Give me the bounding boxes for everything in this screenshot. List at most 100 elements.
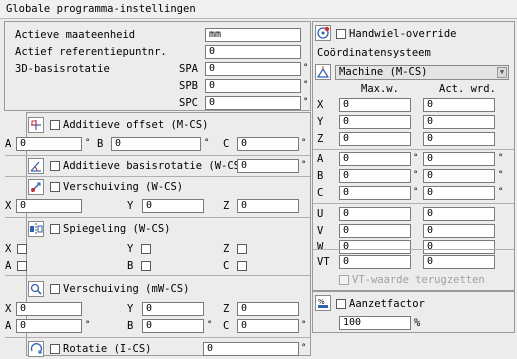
basic-rotation-checkbox[interactable] bbox=[50, 161, 60, 171]
additive-offset-a-field[interactable]: 0 bbox=[16, 137, 82, 151]
rotation-ics-checkbox[interactable] bbox=[50, 344, 60, 354]
additive-offset-checkbox[interactable] bbox=[50, 120, 60, 130]
divider bbox=[313, 203, 514, 204]
machine-cs-icon bbox=[315, 64, 331, 80]
divider bbox=[313, 249, 514, 250]
shift-mw-z-field[interactable]: 0 bbox=[237, 302, 299, 316]
handwheel-axis-label: Z bbox=[317, 133, 324, 145]
shift-y-field[interactable]: 0 bbox=[142, 199, 204, 213]
shift-mw-y-label: Y bbox=[127, 303, 134, 315]
spb-degree: ° bbox=[303, 80, 309, 90]
col-max-header: Max.w. bbox=[361, 83, 399, 95]
mirror-y-label: Y bbox=[127, 243, 134, 255]
feed-factor-panel: % Aanzetfactor 100 % bbox=[312, 291, 515, 333]
additive-offset-c-field[interactable]: 0 bbox=[237, 137, 299, 151]
feed-factor-field[interactable]: 100 bbox=[339, 316, 411, 330]
active-ref-field[interactable]: 0 bbox=[205, 45, 301, 59]
handwheel-max-field[interactable]: 0 bbox=[339, 115, 411, 129]
mirror-b-checkbox[interactable] bbox=[141, 261, 151, 271]
shift-label: Verschuiving (W-CS) bbox=[63, 181, 184, 193]
feed-factor-icon: % bbox=[315, 295, 331, 311]
handwheel-act-field[interactable]: 0 bbox=[423, 240, 495, 254]
spa-field[interactable]: 0 bbox=[205, 62, 301, 76]
handwheel-act-field[interactable]: 0 bbox=[423, 152, 495, 166]
handwheel-act-field[interactable]: 0 bbox=[423, 186, 495, 200]
shift-checkbox[interactable] bbox=[50, 182, 60, 192]
shift-mw-c-field[interactable]: 0 bbox=[237, 319, 299, 333]
shift-mw-x-label: X bbox=[5, 303, 12, 315]
handwheel-max-field[interactable]: 0 bbox=[339, 207, 411, 221]
mirror-z-checkbox[interactable] bbox=[237, 244, 247, 254]
shift-mw-y-field[interactable]: 0 bbox=[142, 302, 204, 316]
handwheel-max-field[interactable]: 0 bbox=[339, 224, 411, 238]
handwheel-axis-label: Y bbox=[317, 116, 324, 128]
handwheel-axis-label: X bbox=[317, 99, 324, 111]
mirror-checkbox[interactable] bbox=[50, 224, 60, 234]
additive-offset-c-label: C bbox=[223, 138, 230, 150]
chevron-down-icon[interactable]: ▼ bbox=[497, 67, 507, 78]
handwheel-max-field[interactable]: 0 bbox=[339, 169, 411, 183]
vt-act-field[interactable]: 0 bbox=[423, 255, 495, 269]
handwheel-act-field[interactable]: 0 bbox=[423, 169, 495, 183]
handwheel-panel: Handwiel-override Coördinatensysteem Mac… bbox=[312, 21, 515, 291]
col-act-header: Act. wrd. bbox=[439, 83, 496, 95]
coord-system-label: Coördinatensysteem bbox=[317, 47, 431, 59]
basic-rotation-icon bbox=[28, 158, 44, 174]
feed-factor-checkbox[interactable] bbox=[336, 299, 346, 309]
additive-offset-c-degree: ° bbox=[301, 138, 307, 148]
shift-mw-c-degree: ° bbox=[301, 320, 307, 330]
spb-field[interactable]: 0 bbox=[205, 79, 301, 93]
handwheel-act-field[interactable]: 0 bbox=[423, 115, 495, 129]
feed-factor-label: Aanzetfactor bbox=[349, 298, 425, 310]
basic-rotation-field[interactable]: 0 bbox=[237, 159, 299, 173]
handwheel-max-field[interactable]: 0 bbox=[339, 186, 411, 200]
handwheel-act-degree: ° bbox=[498, 153, 504, 163]
additive-offset-b-field[interactable]: 0 bbox=[111, 137, 201, 151]
mirror-c-label: C bbox=[223, 260, 230, 272]
handwheel-max-field[interactable]: 0 bbox=[339, 152, 411, 166]
rotation-ics-field[interactable]: 0 bbox=[203, 342, 299, 356]
mirror-c-checkbox[interactable] bbox=[237, 261, 247, 271]
shift-mw-a-field[interactable]: 0 bbox=[16, 319, 82, 333]
handwheel-act-field[interactable]: 0 bbox=[423, 207, 495, 221]
handwheel-max-field[interactable]: 0 bbox=[339, 240, 411, 254]
coord-system-select[interactable]: Machine (M-CS) bbox=[335, 65, 509, 80]
mirror-b-label: B bbox=[127, 260, 134, 272]
additive-offset-b-label: B bbox=[97, 138, 104, 150]
shift-z-field[interactable]: 0 bbox=[237, 199, 299, 213]
handwheel-axis-label: U bbox=[317, 208, 324, 220]
handwheel-axis-label: B bbox=[317, 170, 324, 182]
mirror-z-label: Z bbox=[223, 243, 230, 255]
additive-offset-icon bbox=[28, 117, 44, 133]
vt-reset-label: VT-waarde terugzetten bbox=[352, 274, 485, 286]
shift-mw-z-label: Z bbox=[223, 303, 230, 315]
shift-mw-x-field[interactable]: 0 bbox=[16, 302, 82, 316]
additive-offset-label: Additieve offset (M-CS) bbox=[63, 119, 209, 131]
shift-mw-checkbox[interactable] bbox=[50, 284, 60, 294]
handwheel-max-degree: ° bbox=[413, 153, 419, 163]
active-unit-label: Actieve maateenheid bbox=[15, 29, 136, 41]
handwheel-override-checkbox[interactable] bbox=[336, 29, 346, 39]
spc-field[interactable]: 0 bbox=[205, 96, 301, 110]
handwheel-act-field[interactable]: 0 bbox=[423, 224, 495, 238]
mirror-a-label: A bbox=[5, 260, 12, 272]
handwheel-act-field[interactable]: 0 bbox=[423, 98, 495, 112]
mirror-a-checkbox[interactable] bbox=[17, 261, 27, 271]
mirror-y-checkbox[interactable] bbox=[141, 244, 151, 254]
shift-mw-b-field[interactable]: 0 bbox=[142, 319, 204, 333]
shift-x-field[interactable]: 0 bbox=[16, 199, 82, 213]
divider bbox=[313, 149, 514, 150]
mirror-label: Spiegeling (W-CS) bbox=[63, 223, 171, 235]
mirror-x-checkbox[interactable] bbox=[17, 244, 27, 254]
divider bbox=[5, 176, 310, 177]
vt-label: VT bbox=[317, 256, 330, 268]
vt-max-field[interactable]: 0 bbox=[339, 255, 411, 269]
handwheel-max-degree: ° bbox=[413, 170, 419, 180]
handwheel-max-field[interactable]: 0 bbox=[339, 132, 411, 146]
active-unit-field[interactable]: mm bbox=[205, 28, 301, 42]
handwheel-max-field[interactable]: 0 bbox=[339, 98, 411, 112]
handwheel-act-field[interactable]: 0 bbox=[423, 132, 495, 146]
vt-reset-checkbox[interactable] bbox=[339, 275, 349, 285]
transform-panel: Additieve offset (M-CS) A 0 ° B 0 ° C 0 … bbox=[5, 112, 311, 357]
shift-mw-b-degree: ° bbox=[207, 320, 213, 330]
